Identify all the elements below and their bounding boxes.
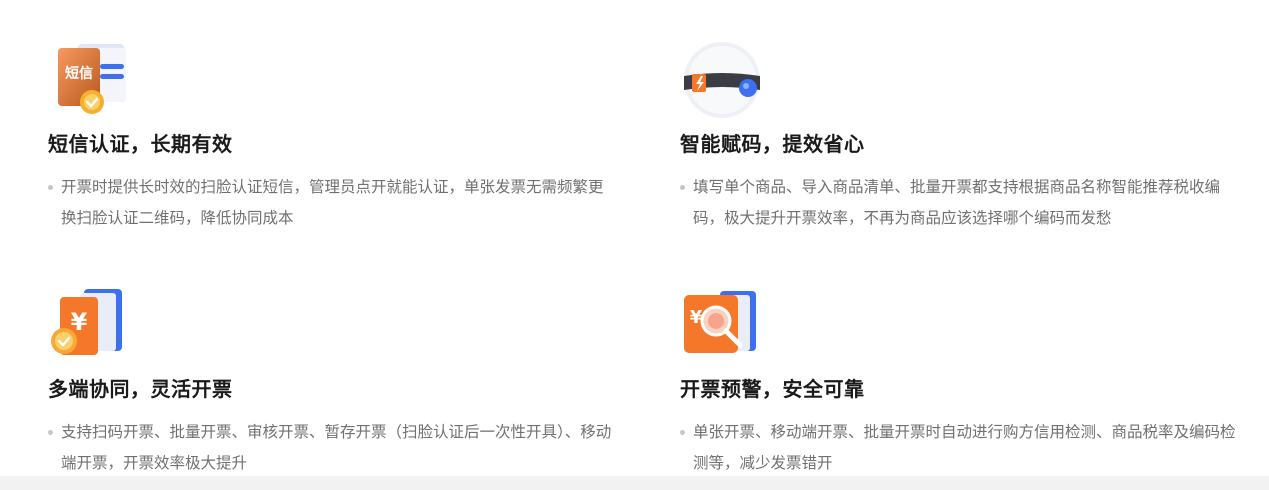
yuan-document-icon: ¥ [48, 285, 138, 367]
bullet-dot [48, 430, 53, 435]
yuan-symbol: ¥ [690, 307, 703, 328]
feature-card-invoice-alert: ¥ 开票预警，安全可靠 单张开票、移动端开票、批量开票时自动进行购方信用检测、商… [680, 285, 1250, 479]
yuan-symbol: ¥ [71, 308, 88, 336]
bullet-dot [48, 185, 53, 190]
feature-title: 开票预警，安全可靠 [680, 377, 865, 401]
feature-description-text: 单张开票、移动端开票、批量开票时自动进行购方信用检测、商品税率及编码检测等，减少… [693, 423, 1236, 472]
sms-icon-label: 短信 [65, 65, 93, 82]
feature-description: 支持扫码开票、批量开票、审核开票、暂存开票（扫脸认证后一次性开具）、移动端开票，… [48, 417, 618, 479]
feature-title: 短信认证，长期有效 [48, 132, 233, 156]
feature-description: 单张开票、移动端开票、批量开票时自动进行购方信用检测、商品税率及编码检测等，减少… [680, 417, 1250, 479]
feature-description-text: 开票时提供长时效的扫脸认证短信，管理员点开就能认证，单张发票无需频繁更换扫脸认证… [61, 178, 604, 227]
bullet-dot [680, 185, 685, 190]
feature-card-smart-code: 智能赋码，提效省心 填写单个商品、导入商品清单、批量开票都支持根据商品名称智能推… [680, 40, 1250, 234]
feature-card-sms-verify: 短信 短信认证，长期有效 开票时提供长时效的扫脸认证短信，管理员点开就能认证，单… [48, 40, 618, 234]
feature-title: 智能赋码，提效省心 [680, 132, 865, 156]
invoice-alert-icon: ¥ [680, 285, 770, 367]
page-bottom-divider [0, 476, 1269, 490]
feature-description: 开票时提供长时效的扫脸认证短信，管理员点开就能认证，单张发票无需频繁更换扫脸认证… [48, 172, 618, 234]
bullet-dot [680, 430, 685, 435]
feature-card-multi-terminal: ¥ 多端协同，灵活开票 支持扫码开票、批量开票、审核开票、暂存开票（扫脸认证后一… [48, 285, 618, 479]
feature-description: 填写单个商品、导入商品清单、批量开票都支持根据商品名称智能推荐税收编码，极大提升… [680, 172, 1250, 234]
feature-title: 多端协同，灵活开票 [48, 377, 233, 401]
smart-code-icon [680, 40, 770, 122]
feature-description-text: 支持扫码开票、批量开票、审核开票、暂存开票（扫脸认证后一次性开具）、移动端开票，… [61, 423, 612, 472]
feature-description-text: 填写单个商品、导入商品清单、批量开票都支持根据商品名称智能推荐税收编码，极大提升… [693, 178, 1221, 227]
sms-verify-icon: 短信 [48, 40, 138, 122]
